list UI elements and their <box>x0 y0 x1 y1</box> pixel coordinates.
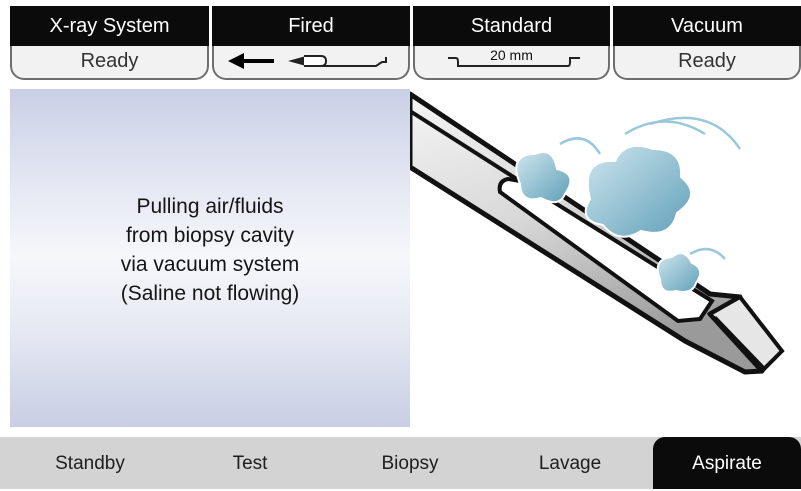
lavage-mode-button[interactable]: Lavage <box>490 437 650 489</box>
aperture-size-label: 20 mm <box>490 47 533 63</box>
standard-title: Standard <box>413 6 610 46</box>
fired-status <box>212 46 410 80</box>
biopsy-mode-button[interactable]: Biopsy <box>330 437 490 489</box>
status-bar: X-ray System Ready Fired Standard 20 mm <box>0 0 801 89</box>
standby-mode-button[interactable]: Standby <box>10 437 170 489</box>
xray-system-status: Ready <box>10 46 209 80</box>
fired-title: Fired <box>212 6 410 46</box>
arrow-left-needle-icon <box>228 53 387 69</box>
info-line: via vacuum system <box>120 253 300 276</box>
vacuum-status: Ready <box>613 46 801 80</box>
info-message: Pulling air/fluids from biopsy cavity vi… <box>121 192 300 308</box>
info-area: Pulling air/fluids from biopsy cavity vi… <box>10 89 410 427</box>
standard-panel: Standard 20 mm <box>413 6 610 82</box>
test-mode-button[interactable]: Test <box>170 437 330 489</box>
standard-status: 20 mm <box>413 46 610 80</box>
xray-system-title: X-ray System <box>10 6 209 46</box>
aspirate-mode-button[interactable]: Aspirate <box>653 437 801 489</box>
needle-illustration <box>410 89 801 427</box>
vacuum-title: Vacuum <box>613 6 801 46</box>
info-line: (Saline not flowing) <box>120 282 300 305</box>
info-line: from biopsy cavity <box>125 224 295 247</box>
biopsy-needle-aspiration-icon <box>410 91 785 375</box>
fired-panel: Fired <box>212 6 410 82</box>
xray-system-panel: X-ray System Ready <box>10 6 209 82</box>
mode-bar: Standby Test Biopsy Lavage Aspirate <box>0 437 801 489</box>
vacuum-panel: Vacuum Ready <box>613 6 801 82</box>
info-line: Pulling air/fluids <box>136 195 284 218</box>
